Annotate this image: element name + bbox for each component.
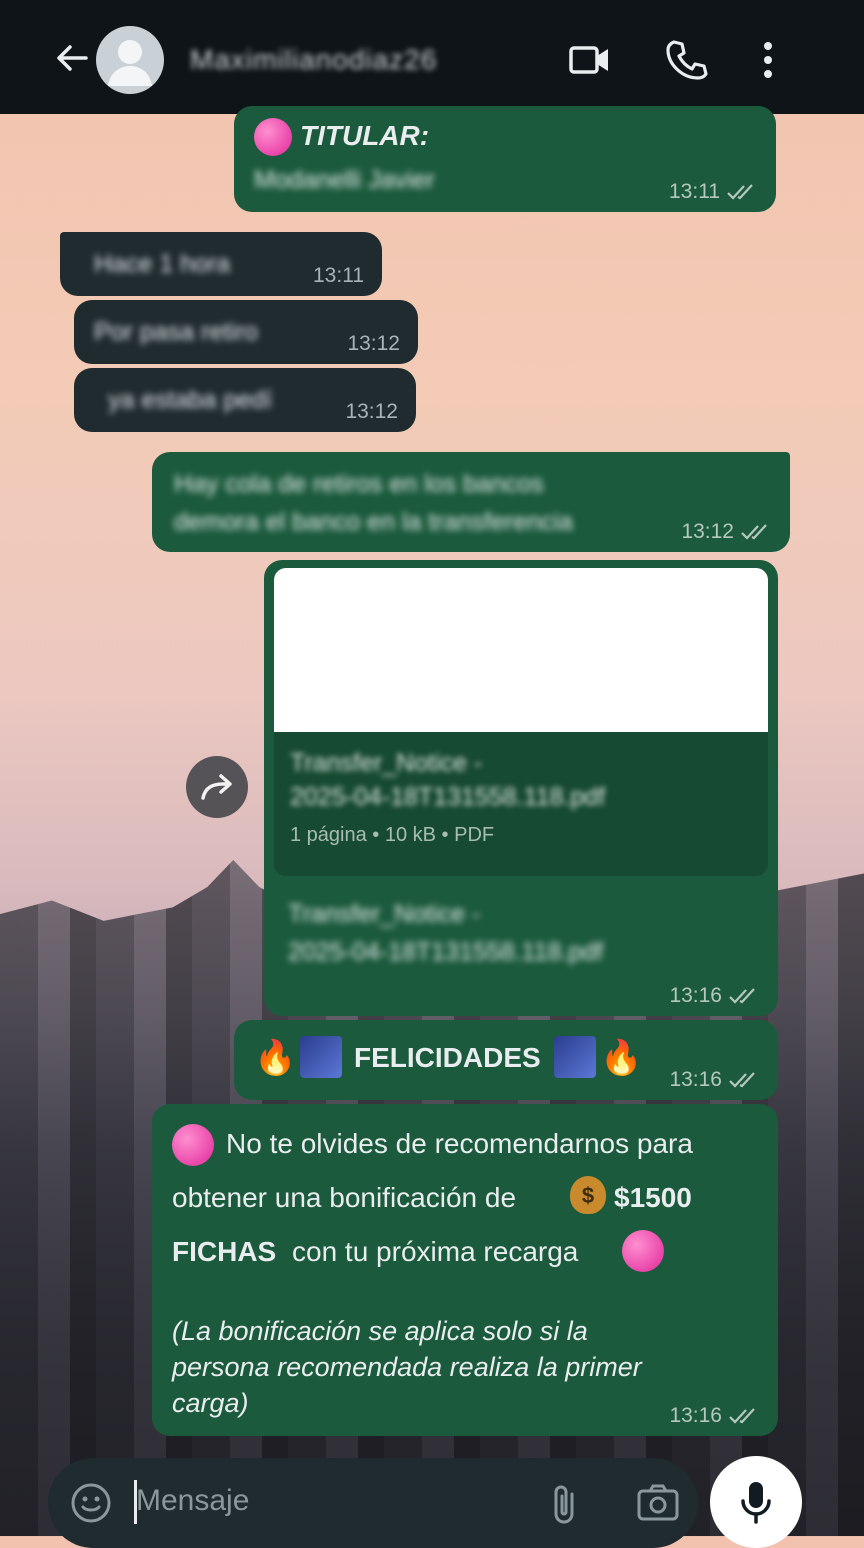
time-label: 13:16: [669, 1068, 722, 1091]
promo-note-line2: persona recomendada realiza la primer: [172, 1352, 642, 1382]
message-time: 13:12: [345, 400, 398, 424]
chat-header: Maximilianodiaz26: [0, 0, 864, 114]
promo-note-line1: (La bonificación se aplica solo si la: [172, 1316, 588, 1346]
message-time: 13:11: [313, 264, 364, 288]
fire-emoji: 🔥: [600, 1039, 643, 1077]
message-bubble-outgoing[interactable]: 🔥 FELICIDADES 🔥 13:16: [234, 1020, 778, 1100]
promo-line1: No te olvides de recomendarnos para: [226, 1128, 693, 1159]
message-text: Modanelli Javier: [254, 166, 435, 194]
message-text: Hace 1 hora: [94, 250, 231, 278]
mic-icon: [741, 1482, 771, 1524]
read-ticks-icon: [741, 524, 767, 540]
mic-button[interactable]: [710, 1456, 802, 1548]
message-time: 13:16: [669, 1404, 760, 1428]
message-title: TITULAR:: [300, 120, 430, 151]
promo-line3: con tu próxima recarga: [292, 1236, 579, 1267]
message-bubble-incoming[interactable]: ya estaba pedí 13:12: [74, 368, 416, 432]
promo-line2: obtener una bonificación de: [172, 1182, 517, 1213]
avatar[interactable]: [96, 26, 164, 94]
pink-circle-emoji: [254, 118, 292, 156]
phone-call-icon[interactable]: [664, 38, 708, 82]
promo-fichas: FICHAS: [172, 1236, 277, 1267]
read-ticks-icon: [729, 988, 755, 1004]
document-filename-line2: 2025-04-18T131558.118.pdf: [290, 783, 606, 811]
read-ticks-icon: [729, 1072, 755, 1088]
back-arrow-icon[interactable]: [52, 38, 92, 78]
message-time: 13:16: [669, 984, 760, 1008]
time-label: 13:16: [669, 984, 722, 1007]
time-label: 13:11: [669, 180, 720, 203]
message-text: FELICIDADES: [354, 1042, 541, 1073]
read-ticks-icon: [727, 184, 753, 200]
message-input[interactable]: Mensaje: [136, 1484, 249, 1518]
document-message[interactable]: Transfer_Notice - 2025-04-18T131558.118.…: [264, 560, 778, 1016]
fireworks-emoji: [300, 1036, 342, 1078]
contact-name[interactable]: Maximilianodiaz26: [190, 44, 437, 76]
read-ticks-icon: [729, 1408, 755, 1424]
more-vert-icon[interactable]: [746, 38, 790, 82]
forward-icon: [201, 774, 232, 800]
time-label: 13:16: [669, 1404, 722, 1427]
document-caption-line1: Transfer_Notice -: [288, 900, 481, 928]
promo-amount: $1500: [614, 1182, 692, 1213]
message-bubble-outgoing[interactable]: TITULAR: Modanelli Javier 13:11: [234, 106, 776, 212]
fire-emoji: 🔥: [254, 1039, 297, 1077]
document-preview[interactable]: [274, 568, 768, 732]
forward-button[interactable]: [186, 756, 248, 818]
message-time: 13:11: [669, 180, 758, 204]
promo-note-line3: carga): [172, 1388, 249, 1418]
message-bubble-outgoing[interactable]: Hay cola de retiros en los bancos demora…: [152, 452, 790, 552]
attach-icon[interactable]: [548, 1482, 584, 1531]
money-bag-emoji: $: [570, 1176, 606, 1214]
message-bubble-incoming[interactable]: Por pasa retiro 13:12: [74, 300, 418, 364]
message-bubble-outgoing[interactable]: No te olvides de recomendarnos para obte…: [152, 1104, 778, 1436]
message-time: 13:12: [681, 520, 772, 544]
fireworks-emoji: [554, 1036, 596, 1078]
time-label: 13:12: [681, 520, 734, 543]
message-text-line2: demora el banco en la transferencia: [174, 508, 573, 536]
video-call-icon[interactable]: [568, 38, 612, 82]
pink-circle-emoji: [622, 1230, 664, 1272]
message-time: 13:12: [347, 332, 400, 356]
time-label: 13:12: [347, 332, 400, 355]
camera-icon[interactable]: [636, 1482, 680, 1527]
message-time: 13:16: [669, 1068, 760, 1092]
time-label: 13:12: [345, 400, 398, 423]
document-caption-line2: 2025-04-18T131558.118.pdf: [288, 938, 604, 966]
message-bubble-incoming[interactable]: Hace 1 hora 13:11: [60, 232, 382, 296]
message-text: ya estaba pedí: [108, 386, 273, 414]
message-text-line1: Hay cola de retiros en los bancos: [174, 470, 544, 498]
document-filename-line1: Transfer_Notice -: [290, 749, 483, 777]
document-card[interactable]: Transfer_Notice - 2025-04-18T131558.118.…: [274, 568, 768, 876]
time-label: 13:11: [313, 264, 364, 287]
sticker-icon[interactable]: [70, 1482, 112, 1529]
pink-circle-emoji: [172, 1124, 214, 1166]
document-meta: 1 página • 10 kB • PDF: [290, 824, 495, 846]
message-text: Por pasa retiro: [94, 318, 258, 346]
